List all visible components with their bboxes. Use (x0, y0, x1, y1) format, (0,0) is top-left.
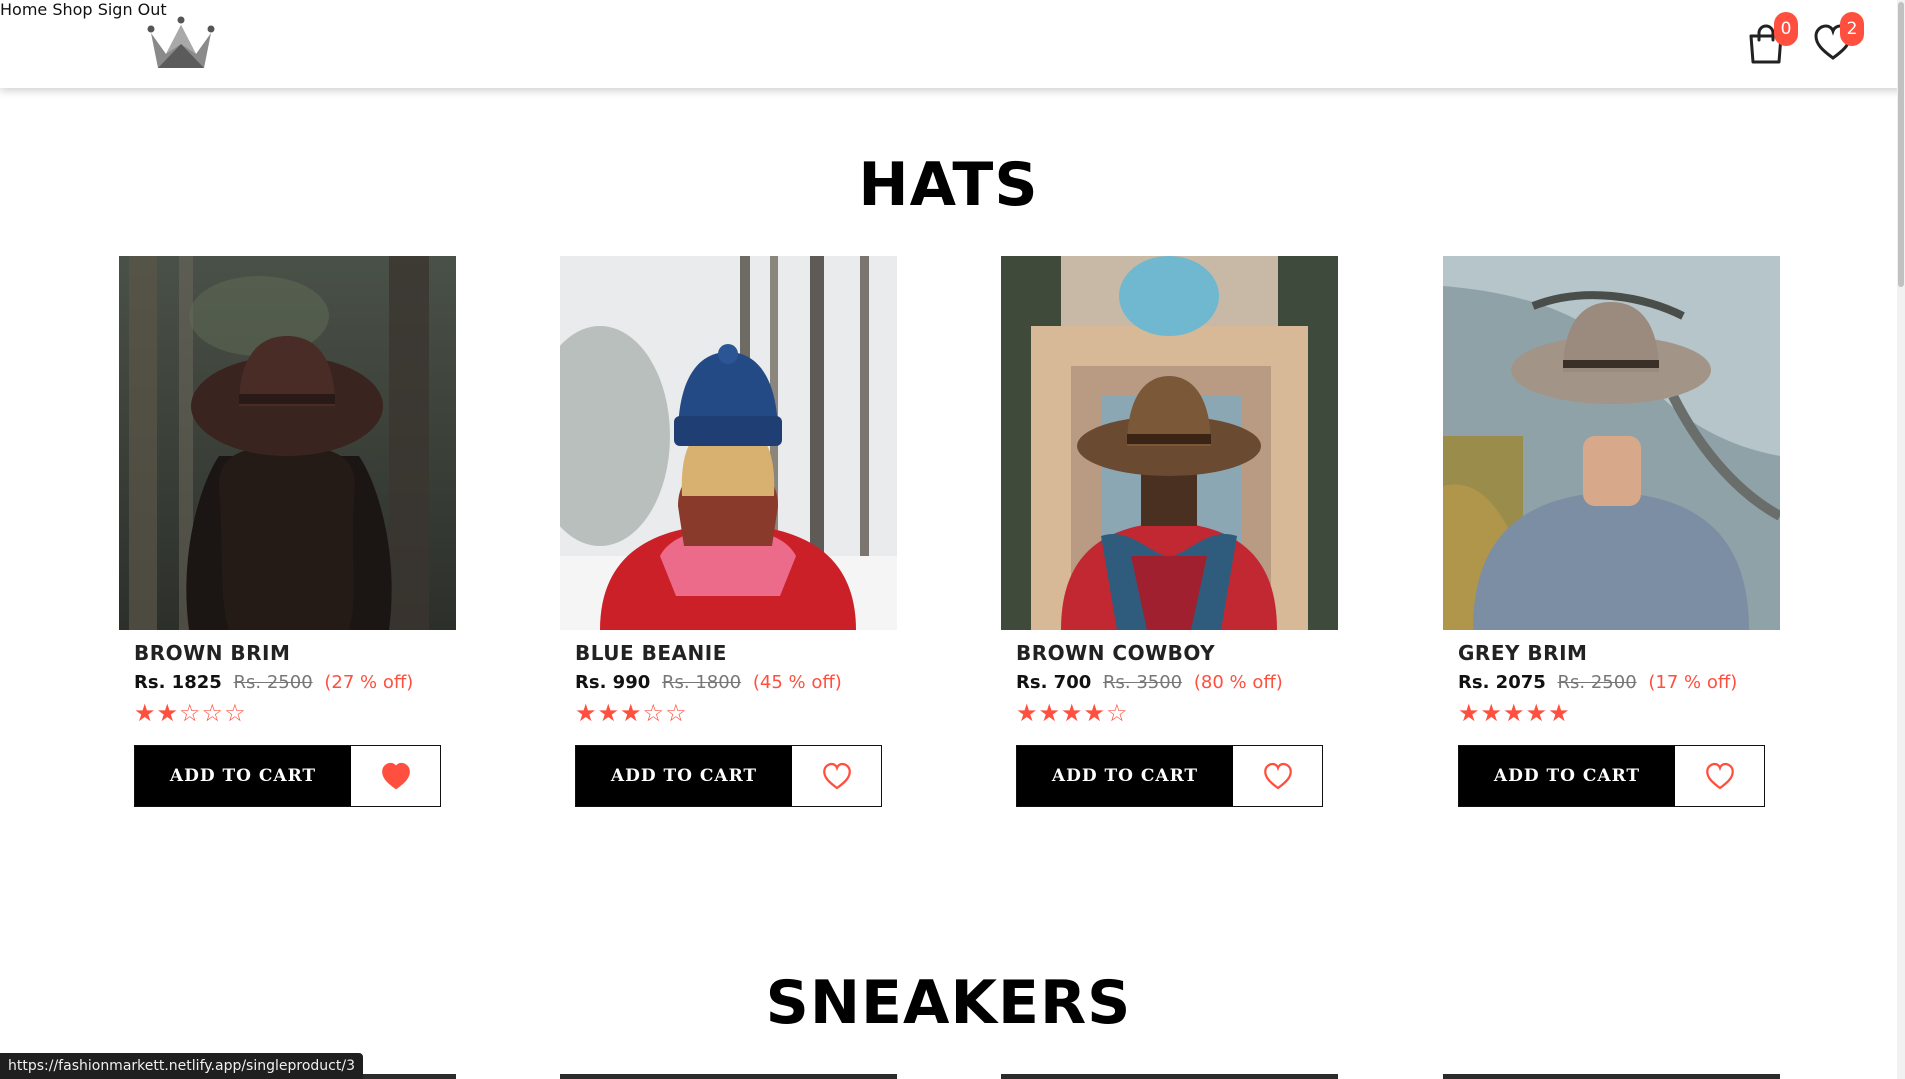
product-price: Rs. 700 (1016, 672, 1092, 693)
product-name[interactable]: GREY BRIM (1458, 641, 1780, 665)
heart-icon (1705, 762, 1734, 790)
heart-icon (822, 762, 851, 790)
product-image[interactable] (560, 256, 897, 630)
wishlist-toggle-button[interactable] (351, 746, 440, 806)
product-image[interactable] (1001, 256, 1338, 630)
page-scrollbar[interactable] (1897, 0, 1905, 1079)
star-rating: ★★★★★ (1458, 699, 1571, 727)
add-to-cart-button[interactable]: ADD TO CART (135, 746, 351, 806)
wishlist-toggle-button[interactable] (1675, 746, 1764, 806)
product-image[interactable] (1443, 256, 1780, 630)
product-price: Rs. 2075 (1458, 672, 1546, 693)
product-price: Rs. 990 (575, 672, 651, 693)
heart-icon (1263, 762, 1292, 790)
wishlist-toggle-button[interactable] (1233, 746, 1322, 806)
product-card: BLUE BEANIE Rs. 990 Rs. 1800 (45 % off) … (560, 256, 897, 807)
scrollbar-thumb[interactable] (1898, 2, 1904, 287)
add-to-cart-button[interactable]: ADD TO CART (1017, 746, 1233, 806)
section-title-hats: HATS (858, 150, 1039, 220)
product-discount: (80 % off) (1193, 672, 1283, 693)
product-card: BROWN BRIM Rs. 1825 Rs. 2500 (27 % off) … (119, 256, 456, 807)
product-name[interactable]: BROWN BRIM (134, 641, 456, 665)
product-old-price: Rs. 3500 (1103, 672, 1183, 693)
link-status-bar: https://fashionmarkett.netlify.app/singl… (0, 1053, 363, 1079)
cart-count-badge: 0 (1774, 12, 1798, 46)
product-price: Rs. 1825 (134, 672, 222, 693)
crown-icon[interactable] (146, 16, 216, 72)
star-rating: ★★☆☆☆ (134, 699, 247, 727)
wishlist-button[interactable]: 2 (1812, 12, 1864, 68)
product-name[interactable]: BLUE BEANIE (575, 641, 897, 665)
add-to-cart-button[interactable]: ADD TO CART (1459, 746, 1675, 806)
product-old-price: Rs. 1800 (662, 672, 742, 693)
wishlist-count-badge: 2 (1840, 12, 1864, 46)
product-old-price: Rs. 2500 (1557, 672, 1637, 693)
heart-filled-icon (381, 762, 410, 790)
product-name[interactable]: BROWN COWBOY (1016, 641, 1338, 665)
product-image[interactable] (1443, 1074, 1780, 1079)
nav-shop-link[interactable]: Shop (52, 0, 92, 19)
star-rating: ★★★★☆ (1016, 699, 1129, 727)
product-image[interactable] (560, 1074, 897, 1079)
product-card: GREY BRIM Rs. 2075 Rs. 2500 (17 % off) ★… (1443, 256, 1780, 807)
shopping-bag-button[interactable]: 0 (1746, 12, 1798, 68)
product-discount: (45 % off) (752, 672, 842, 693)
star-rating: ★★★☆☆ (575, 699, 688, 727)
product-card: BROWN COWBOY Rs. 700 Rs. 3500 (80 % off)… (1001, 256, 1338, 807)
product-old-price: Rs. 2500 (233, 672, 313, 693)
product-image[interactable] (1001, 1074, 1338, 1079)
product-discount: (17 % off) (1648, 672, 1738, 693)
wishlist-toggle-button[interactable] (792, 746, 881, 806)
section-title-sneakers: SNEAKERS (765, 968, 1132, 1038)
site-header: Home Shop Sign Out 0 2 (0, 0, 1905, 88)
product-image[interactable] (119, 256, 456, 630)
product-discount: (27 % off) (324, 672, 414, 693)
add-to-cart-button[interactable]: ADD TO CART (576, 746, 792, 806)
nav-home-link[interactable]: Home (0, 0, 47, 19)
